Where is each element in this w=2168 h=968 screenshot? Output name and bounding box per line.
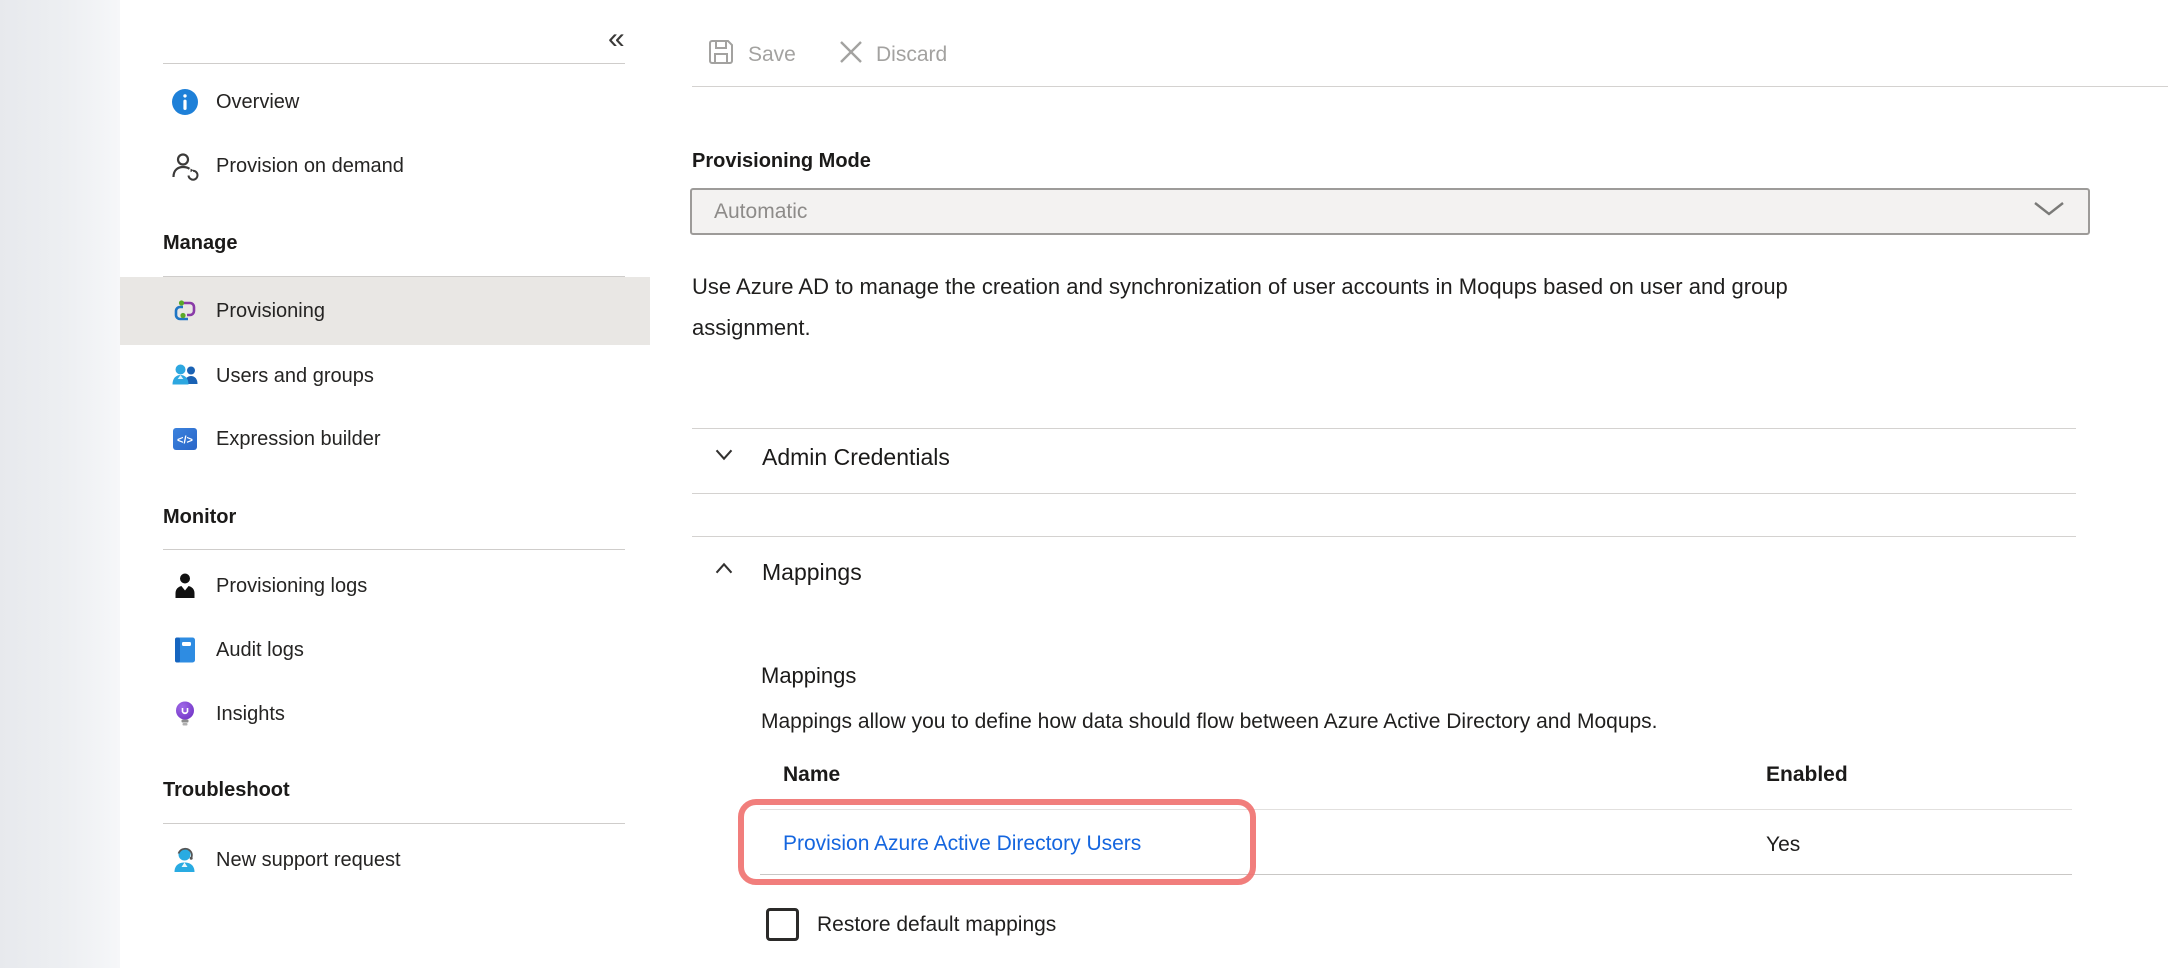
sidebar-item-users-and-groups[interactable]: Users and groups: [120, 353, 650, 399]
table-row-divider: [760, 809, 2072, 810]
left-rail: [0, 0, 120, 968]
mappings-header[interactable]: Mappings: [710, 555, 862, 589]
mapping-link-provision-azure-ad-users[interactable]: Provision Azure Active Directory Users: [783, 832, 1141, 855]
sidebar-divider: [163, 63, 625, 64]
sidebar-item-overview[interactable]: Overview: [120, 79, 650, 125]
save-icon: [706, 37, 736, 73]
sidebar-item-label: Provision on demand: [216, 155, 404, 178]
audit-logs-icon: [170, 635, 200, 665]
info-icon: [170, 87, 200, 117]
insights-icon: [170, 699, 200, 729]
provision-on-demand-icon: [170, 151, 200, 181]
sidebar-item-label: Expression builder: [216, 428, 381, 451]
column-header-name: Name: [783, 763, 840, 787]
sidebar-item-provisioning-logs[interactable]: Provisioning logs: [120, 563, 650, 609]
sidebar-item-label: New support request: [216, 849, 401, 872]
discard-button[interactable]: Discard: [838, 33, 947, 77]
chevron-down-icon: [710, 440, 738, 474]
sidebar-item-label: Insights: [216, 703, 285, 726]
restore-default-mappings-checkbox[interactable]: [766, 908, 799, 941]
save-button[interactable]: Save: [706, 33, 796, 77]
section-divider: [692, 428, 2076, 429]
save-label: Save: [748, 43, 796, 67]
sidebar-section-manage: Manage: [163, 232, 237, 255]
sidebar-item-provision-on-demand[interactable]: Provision on demand: [120, 143, 650, 189]
sidebar-item-provisioning[interactable]: Provisioning: [120, 277, 650, 345]
sidebar-item-expression-builder[interactable]: </> Expression builder: [120, 416, 650, 462]
provisioning-mode-label: Provisioning Mode: [692, 150, 871, 173]
table-row-divider: [760, 874, 2072, 875]
sidebar-item-audit-logs[interactable]: Audit logs: [120, 627, 650, 673]
sidebar-divider: [163, 549, 625, 550]
mappings-title: Mappings: [762, 559, 862, 586]
sidebar-section-monitor: Monitor: [163, 506, 236, 529]
sidebar-item-new-support-request[interactable]: New support request: [120, 837, 650, 883]
users-groups-icon: [170, 361, 200, 391]
table-row: Provision Azure Active Directory Users: [783, 832, 1141, 856]
admin-credentials-title: Admin Credentials: [762, 444, 950, 471]
chevron-up-icon: [710, 555, 738, 589]
provisioning-sync-icon: [170, 296, 200, 326]
section-divider: [692, 536, 2076, 537]
new-support-request-icon: [170, 845, 200, 875]
provisioning-description: Use Azure AD to manage the creation and …: [692, 266, 1872, 348]
mappings-subheading: Mappings: [761, 663, 856, 689]
sidebar-item-insights[interactable]: Insights: [120, 691, 650, 737]
expression-builder-icon: </>: [170, 424, 200, 454]
admin-credentials-header[interactable]: Admin Credentials: [710, 440, 950, 474]
sidebar-item-label: Users and groups: [216, 365, 374, 388]
toolbar-divider: [692, 86, 2168, 87]
sidebar-collapse-button[interactable]: «: [608, 22, 625, 56]
sidebar: « Overview Provision on demand Manage: [120, 0, 650, 968]
provisioning-logs-icon: [170, 571, 200, 601]
provisioning-mode-dropdown[interactable]: Automatic: [690, 188, 2090, 235]
chevron-down-icon: [2032, 200, 2066, 224]
provisioning-mode-value: Automatic: [714, 200, 807, 224]
mappings-description: Mappings allow you to define how data sh…: [761, 710, 1658, 734]
section-divider: [692, 493, 2076, 494]
sidebar-divider: [163, 823, 625, 824]
svg-text:</>: </>: [177, 435, 193, 447]
sidebar-item-label: Audit logs: [216, 639, 304, 662]
discard-x-icon: [838, 39, 864, 71]
sidebar-section-troubleshoot: Troubleshoot: [163, 779, 290, 802]
restore-default-mappings-label: Restore default mappings: [817, 913, 1056, 937]
discard-label: Discard: [876, 43, 947, 67]
sidebar-item-label: Provisioning logs: [216, 575, 367, 598]
sidebar-item-label: Provisioning: [216, 300, 325, 323]
column-header-enabled: Enabled: [1766, 763, 1848, 787]
mapping-enabled-value: Yes: [1766, 833, 1800, 857]
sidebar-item-label: Overview: [216, 91, 299, 114]
